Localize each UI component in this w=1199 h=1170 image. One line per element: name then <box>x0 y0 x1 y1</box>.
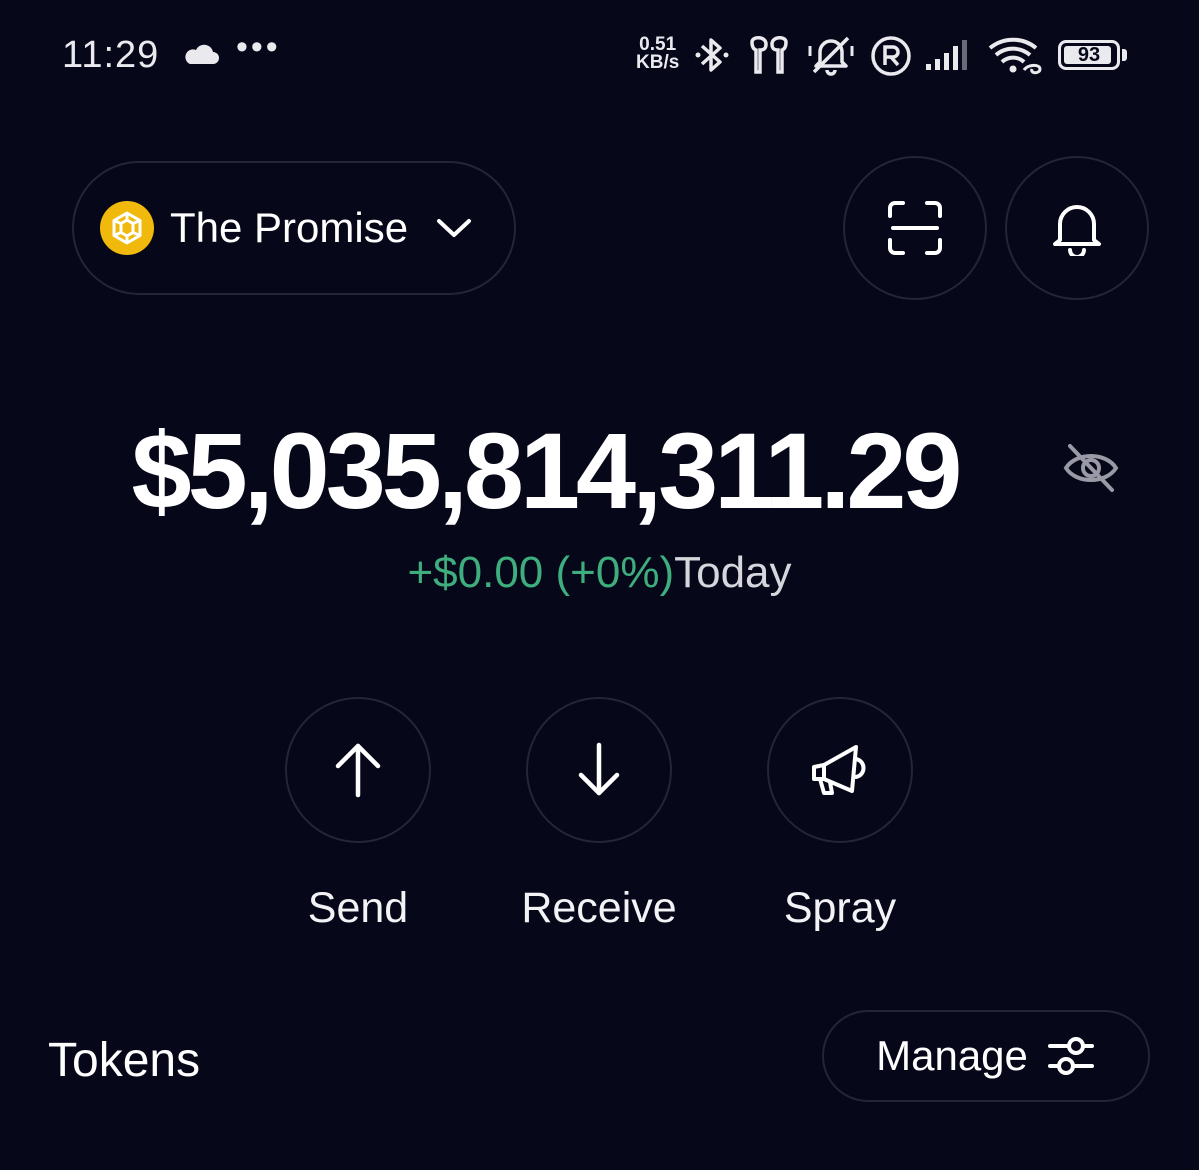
bnb-coin-icon <box>100 201 154 255</box>
manage-tokens-button[interactable]: Manage <box>822 1010 1150 1102</box>
receive-button[interactable] <box>526 697 672 843</box>
megaphone-icon <box>812 745 866 795</box>
total-balance: $5,035,814,311.29 <box>131 410 963 531</box>
battery-icon: 93 <box>1058 40 1120 70</box>
bell-icon <box>1053 205 1101 256</box>
sliders-icon <box>1047 1037 1094 1075</box>
balance-change: +$0.00 (+0%) <box>407 548 675 597</box>
arrow-down-icon <box>578 742 620 796</box>
cloud-icon <box>185 44 219 64</box>
bluetooth-icon <box>695 38 729 72</box>
send-label: Send <box>307 884 409 932</box>
receive-label: Receive <box>521 884 677 932</box>
battery-percent: 93 <box>1077 43 1101 66</box>
notifications-button[interactable] <box>1005 156 1149 300</box>
balance-period: Today <box>674 548 792 597</box>
balance-change-line: +$0.00 (+0%)Today <box>0 548 1199 598</box>
spray-label: Spray <box>783 884 897 932</box>
wallet-name: The Promise <box>170 204 409 251</box>
earbuds-icon <box>750 36 788 74</box>
wifi-icon <box>988 37 1042 75</box>
manage-label: Manage <box>876 1032 1028 1079</box>
scan-button[interactable] <box>843 156 987 300</box>
battery-tip <box>1122 49 1127 61</box>
wallet-selector[interactable]: The Promise <box>72 161 516 295</box>
mute-icon <box>808 36 854 76</box>
tokens-heading: Tokens <box>48 1034 201 1087</box>
net-speed: 0.51 KB/s <box>636 35 680 73</box>
registered-icon <box>871 36 911 76</box>
status-time: 11:29 <box>62 34 160 76</box>
arrow-up-icon <box>335 743 381 798</box>
hide-balance-icon[interactable] <box>1062 440 1120 496</box>
status-more-dots: ••• <box>236 28 281 66</box>
net-speed-unit: KB/s <box>636 52 680 73</box>
signal-icon <box>926 40 967 70</box>
spray-button[interactable] <box>767 697 913 843</box>
send-button[interactable] <box>285 697 431 843</box>
scan-icon <box>888 201 942 255</box>
chevron-down-icon <box>437 219 472 237</box>
